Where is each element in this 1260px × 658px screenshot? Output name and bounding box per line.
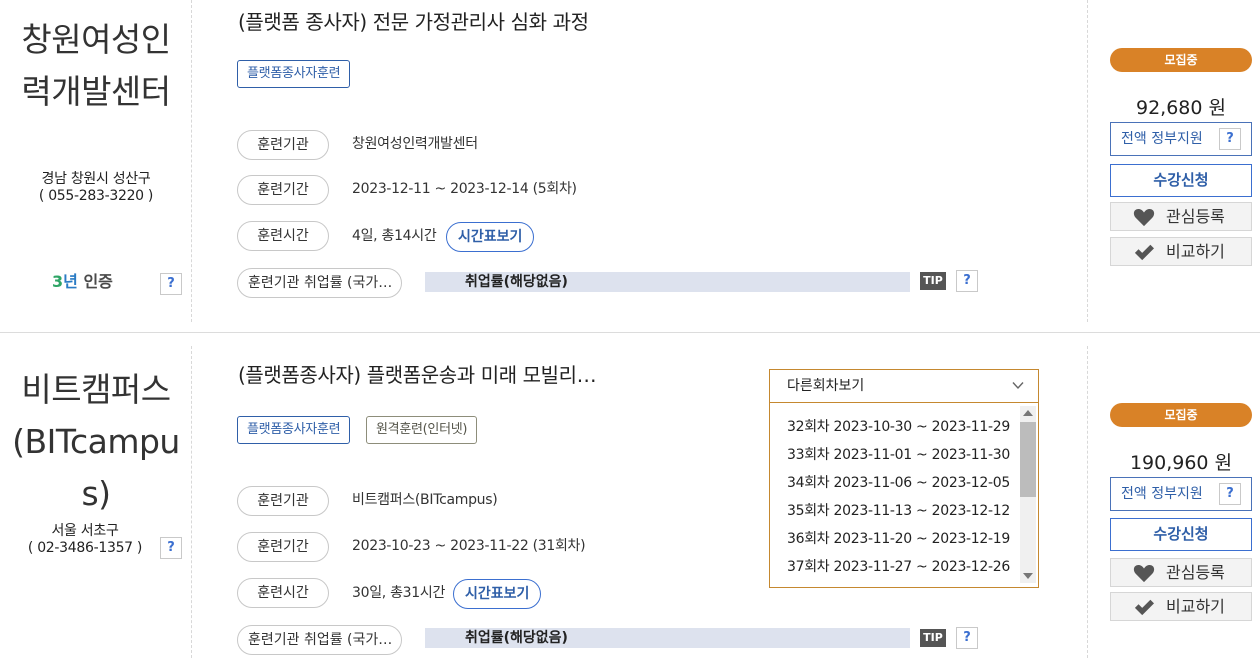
session-option[interactable]: 36회차 2023-11-20 ~ 2023-12-19 <box>787 525 1010 553</box>
status-badge: 모집중 <box>1110 48 1252 72</box>
compare-button[interactable]: 비교하기 <box>1110 237 1252 266</box>
price: 190,960 원 <box>1129 452 1233 474</box>
gov-support-box: 전액 정부지원 ? <box>1110 477 1252 511</box>
help-icon[interactable]: ? <box>160 273 182 295</box>
help-icon[interactable]: ? <box>1219 483 1241 505</box>
label-institution: 훈련기관 <box>237 486 329 516</box>
divider <box>1087 346 1088 658</box>
session-dropdown[interactable]: 다른회차보기 32회차 2023-10-30 ~ 2023-11-29 33회차… <box>769 369 1039 588</box>
course-title[interactable]: (플랫폼 종사자) 전문 가정관리사 심화 과정 <box>238 6 589 35</box>
session-option[interactable]: 32회차 2023-10-30 ~ 2023-11-29 <box>787 413 1010 441</box>
schedule-button[interactable]: 시간표보기 <box>446 222 535 252</box>
hours-value: 4일, 총14시간 <box>352 228 437 244</box>
employment-rate-bar: 취업률(해당없음) <box>425 272 910 292</box>
institution-value: 비트캠퍼스(BITcampus) <box>352 492 498 508</box>
session-option[interactable]: 33회차 2023-11-01 ~ 2023-11-30 <box>787 441 1010 469</box>
tag-platform-worker: 플랫폼종사자훈련 <box>237 416 351 444</box>
tip-badge[interactable]: TIP <box>920 272 946 290</box>
heart-icon <box>1133 564 1155 583</box>
session-option[interactable]: 35회차 2023-11-13 ~ 2023-12-12 <box>787 497 1010 525</box>
label-period: 훈련기간 <box>237 532 329 562</box>
session-option[interactable]: 37회차 2023-11-27 ~ 2023-12-26 <box>787 553 1010 581</box>
certification-badge: 3년 인증 <box>52 272 113 291</box>
hours-value: 30일, 총31시간 <box>352 585 446 601</box>
help-icon[interactable]: ? <box>160 537 182 559</box>
course-card-2: 비트캠퍼스 (BITcampu s) 서울 서초구 ( 02-3486-1357… <box>0 334 1260 658</box>
org-address: 경남 창원시 성산구 ( 055-283-3220 ) <box>38 171 154 204</box>
tip-badge[interactable]: TIP <box>920 629 946 647</box>
check-icon <box>1134 599 1154 616</box>
check-icon <box>1134 244 1154 261</box>
help-icon[interactable]: ? <box>1219 128 1241 150</box>
course-title[interactable]: (플랫폼종사자) 플랫폼운송과 미래 모빌리… <box>238 359 597 388</box>
gov-support-box: 전액 정부지원 ? <box>1110 122 1252 156</box>
tag-platform-worker: 플랫폼종사자훈련 <box>237 60 351 88</box>
session-option-list: 32회차 2023-10-30 ~ 2023-11-29 33회차 2023-1… <box>787 413 1010 581</box>
label-period: 훈련기간 <box>237 175 329 205</box>
tag-online-training: 원격훈련(인터넷) <box>366 416 478 444</box>
divider <box>1087 0 1088 322</box>
session-scrollbar[interactable] <box>1020 406 1036 583</box>
scroll-thumb[interactable] <box>1020 422 1036 497</box>
label-hours: 훈련시간 <box>237 578 329 608</box>
period-value: 2023-10-23 ~ 2023-11-22 (31회차) <box>352 538 586 554</box>
scroll-down-icon[interactable] <box>1023 573 1033 579</box>
apply-button[interactable]: 수강신청 <box>1110 518 1252 551</box>
compare-button[interactable]: 비교하기 <box>1110 592 1252 621</box>
apply-button[interactable]: 수강신청 <box>1110 164 1252 197</box>
org-name[interactable]: 창원여성인 력개발센터 <box>0 14 192 118</box>
wishlist-button[interactable]: 관심등록 <box>1110 558 1252 587</box>
label-employment-rate: 훈련기관 취업률 (국가… <box>237 268 402 298</box>
period-value: 2023-12-11 ~ 2023-12-14 (5회차) <box>352 181 577 197</box>
schedule-button[interactable]: 시간표보기 <box>453 579 542 609</box>
help-icon[interactable]: ? <box>956 270 978 292</box>
wishlist-button[interactable]: 관심등록 <box>1110 202 1252 231</box>
session-option[interactable]: 34회차 2023-11-06 ~ 2023-12-05 <box>787 469 1010 497</box>
course-card-1: 창원여성인 력개발센터 경남 창원시 성산구 ( 055-283-3220 ) … <box>0 0 1260 333</box>
label-hours: 훈련시간 <box>237 221 329 251</box>
session-dropdown-toggle[interactable]: 다른회차보기 <box>770 370 1038 403</box>
price: 92,680 원 <box>1135 97 1226 119</box>
chevron-down-icon <box>1012 382 1024 390</box>
employment-rate-bar: 취업률(해당없음) <box>425 628 910 648</box>
label-employment-rate: 훈련기관 취업률 (국가… <box>237 625 402 655</box>
label-institution: 훈련기관 <box>237 130 329 160</box>
scroll-up-icon[interactable] <box>1023 410 1033 416</box>
institution-value: 창원여성인력개발센터 <box>352 136 478 152</box>
org-name[interactable]: 비트캠퍼스 (BITcampu s) <box>0 364 192 520</box>
status-badge: 모집중 <box>1110 403 1252 427</box>
heart-icon <box>1133 208 1155 227</box>
help-icon[interactable]: ? <box>956 627 978 649</box>
org-address: 서울 서초구 ( 02-3486-1357 ) <box>27 523 143 556</box>
